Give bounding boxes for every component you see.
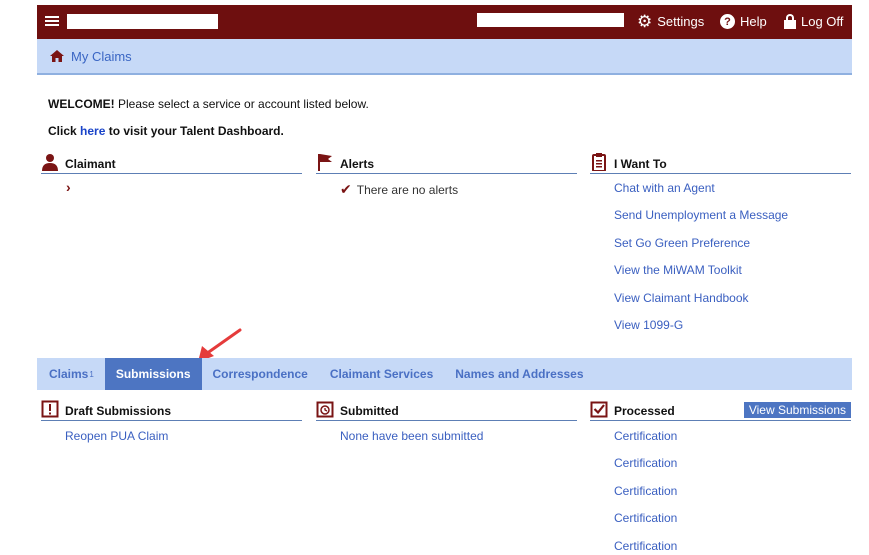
submitted-list: None have been submitted — [340, 429, 483, 443]
draft-header: Draft Submissions — [41, 400, 302, 421]
draft-title: Draft Submissions — [65, 404, 172, 418]
processed-title: Processed — [614, 404, 675, 418]
logo-redacted — [67, 14, 218, 29]
tab-claims-badge: 1 — [89, 369, 94, 379]
lock-icon — [784, 14, 796, 29]
exclamation-icon — [41, 400, 59, 418]
tab-submissions[interactable]: Submissions — [104, 358, 202, 390]
alert-message: ✔ There are no alerts — [340, 181, 458, 198]
link-reopen-pua[interactable]: Reopen PUA Claim — [65, 429, 168, 443]
link-certification[interactable]: Certification — [614, 484, 677, 511]
link-certification[interactable]: Certification — [614, 456, 677, 483]
link-certification[interactable]: Certification — [614, 511, 677, 538]
i-want-to-title: I Want To — [614, 157, 667, 171]
dashboard-line: Click here to visit your Talent Dashboar… — [48, 124, 284, 138]
tab-correspondence[interactable]: Correspondence — [202, 358, 319, 390]
claimant-header: Claimant — [41, 153, 302, 174]
welcome-user-redacted — [477, 13, 624, 27]
tab-claimant-services[interactable]: Claimant Services — [319, 358, 444, 390]
link-miwam-toolkit[interactable]: View the MiWAM Toolkit — [614, 263, 788, 290]
alert-text: There are no alerts — [356, 182, 459, 197]
processed-list: Certification Certification Certificatio… — [614, 429, 677, 555]
link-certification[interactable]: Certification — [614, 429, 677, 456]
logoff-label: Log Off — [801, 14, 844, 29]
talent-dashboard-link[interactable]: here — [80, 124, 105, 138]
dashboard-suffix: to visit your Talent Dashboard. — [105, 124, 284, 138]
checkbox-icon — [590, 400, 608, 418]
help-link[interactable]: ? Help — [720, 14, 767, 29]
settings-link[interactable]: ⚙ Settings — [637, 11, 705, 31]
check-icon: ✔ — [340, 181, 352, 197]
tab-claims-label: Claims — [49, 367, 89, 381]
breadcrumb: My Claims — [37, 39, 852, 75]
welcome-text: Please select a service or account liste… — [114, 97, 369, 111]
claimant-title: Claimant — [65, 157, 116, 171]
flag-icon — [316, 153, 334, 171]
tab-claims[interactable]: Claims 1 — [37, 358, 105, 390]
clipboard-icon — [590, 153, 608, 172]
link-1099g[interactable]: View 1099-G — [614, 318, 788, 345]
welcome-bold: WELCOME! — [48, 97, 115, 111]
help-icon: ? — [720, 14, 735, 29]
link-go-green[interactable]: Set Go Green Preference — [614, 236, 788, 263]
submitted-title: Submitted — [340, 404, 399, 418]
draft-submissions-section: Draft Submissions Reopen PUA Claim — [41, 400, 302, 443]
processed-section: Processed View Submissions Certification… — [590, 400, 851, 553]
tab-bar: Claims 1 Submissions Correspondence Claim… — [37, 358, 852, 390]
tab-names-addresses[interactable]: Names and Addresses — [444, 358, 594, 390]
link-send-message[interactable]: Send Unemployment a Message — [614, 208, 788, 235]
alerts-section: Alerts ✔ There are no alerts — [316, 153, 577, 197]
i-want-to-list: Chat with an Agent Send Unemployment a M… — [614, 181, 788, 345]
link-chat-agent[interactable]: Chat with an Agent — [614, 181, 788, 208]
link-certification[interactable]: Certification — [614, 539, 677, 555]
submitted-section: Submitted None have been submitted — [316, 400, 577, 443]
help-label: Help — [740, 14, 767, 29]
chevron-right-icon[interactable]: › — [66, 179, 71, 195]
top-bar: ⚙ Settings ? Help Log Off — [37, 5, 852, 39]
breadcrumb-my-claims[interactable]: My Claims — [71, 49, 132, 64]
logoff-link[interactable]: Log Off — [784, 14, 843, 29]
person-icon — [41, 153, 59, 171]
welcome-message: WELCOME! Please select a service or acco… — [48, 97, 369, 111]
none-submitted-text[interactable]: None have been submitted — [340, 429, 483, 443]
hamburger-menu-icon[interactable] — [45, 14, 61, 30]
alerts-title: Alerts — [340, 157, 375, 171]
settings-label: Settings — [657, 14, 705, 29]
submitted-header: Submitted — [316, 400, 577, 421]
i-want-to-section: I Want To Chat with an Agent Send Unempl… — [590, 153, 851, 332]
draft-list: Reopen PUA Claim — [65, 429, 168, 443]
claimant-section: Claimant › — [41, 153, 302, 195]
clock-calendar-icon — [316, 400, 334, 418]
gear-icon: ⚙ — [637, 11, 653, 31]
link-claimant-handbook[interactable]: View Claimant Handbook — [614, 291, 788, 318]
view-submissions-button[interactable]: View Submissions — [743, 402, 851, 418]
i-want-to-header: I Want To — [590, 153, 851, 174]
alerts-header: Alerts — [316, 153, 577, 174]
dashboard-prefix: Click — [48, 124, 81, 138]
home-icon[interactable] — [49, 49, 65, 63]
